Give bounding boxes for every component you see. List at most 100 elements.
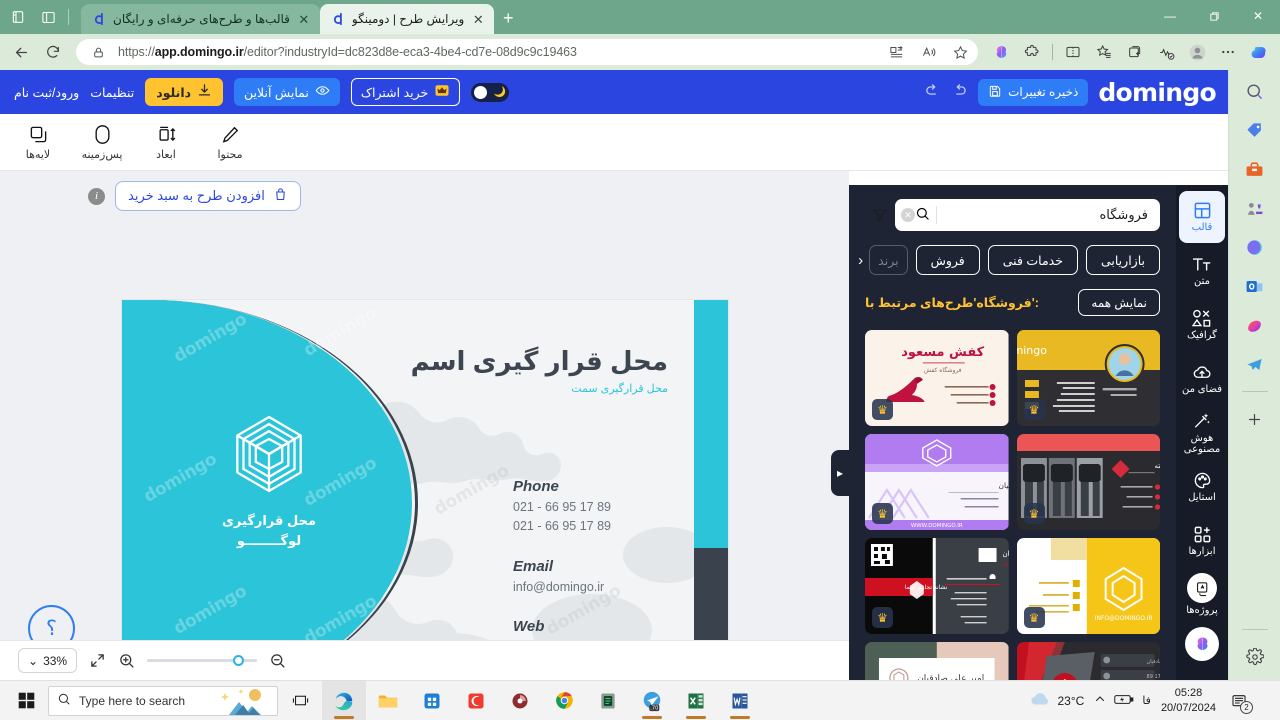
template-thumbnail[interactable]: domingo ♛	[1016, 330, 1160, 426]
more-options-icon[interactable]	[1213, 38, 1243, 66]
download-button[interactable]: دانلود	[145, 78, 224, 106]
taskbar-camtasia-icon[interactable]	[454, 681, 498, 720]
taskbar-edge-icon[interactable]	[322, 680, 366, 720]
search-icon[interactable]	[915, 206, 930, 224]
zoom-out-icon[interactable]	[269, 652, 286, 669]
games-icon[interactable]	[1240, 193, 1270, 223]
chip-brand[interactable]: برند	[869, 245, 908, 275]
undo-icon[interactable]	[951, 82, 968, 102]
template-thumbnail[interactable]: نشانه تجاری شما امیر علی صادقیان مدیر عا…	[865, 538, 1009, 634]
zoom-in-icon[interactable]	[118, 652, 135, 669]
browser-tab-editor[interactable]: ویرایش طرح | دومینگو ✕	[319, 4, 495, 34]
language-indicator[interactable]: فا	[1142, 694, 1151, 707]
taskbar-idm-icon[interactable]: .70	[630, 681, 674, 720]
add-sidebar-app-icon[interactable]	[1240, 404, 1270, 434]
ai-assistant-button[interactable]	[1185, 627, 1219, 661]
zoom-level-select[interactable]: ⌄ 33%	[18, 648, 78, 673]
reload-button[interactable]	[38, 38, 68, 66]
show-desktop-button[interactable]	[1262, 681, 1272, 720]
search-input[interactable]: فروشگاه ✕	[895, 199, 1160, 231]
taskbar-photoscape-icon[interactable]	[498, 681, 542, 720]
sidebar-item-tools[interactable]: ابزارها	[1179, 515, 1225, 567]
fit-screen-icon[interactable]	[89, 652, 106, 669]
theme-toggle[interactable]: 🌙	[471, 82, 510, 102]
new-tab-button[interactable]: +	[494, 4, 522, 32]
search-icon[interactable]	[1240, 76, 1270, 106]
browser-tab-templates[interactable]: قالب‌ها و طرح‌های حرفه‌ای و رایگان ✕	[81, 4, 320, 34]
tray-expand-icon[interactable]	[1094, 693, 1106, 708]
tools-box-icon[interactable]	[1240, 154, 1270, 184]
minimize-button[interactable]: —	[1148, 0, 1192, 32]
business-card-design[interactable]: domingo domingo domingo domingo domingo …	[122, 300, 728, 680]
sidebar-item-template[interactable]: قالب	[1179, 191, 1225, 243]
sidebar-item-projects[interactable]: پروژه‌ها	[1179, 569, 1225, 621]
panel-collapse-handle[interactable]: ▸	[831, 450, 849, 496]
clear-search-icon[interactable]: ✕	[901, 208, 915, 222]
sidebar-item-my-space[interactable]: فضای من	[1179, 353, 1225, 405]
taskbar-search-box[interactable]: Type here to search	[48, 685, 278, 716]
close-button[interactable]: ✕	[1236, 0, 1280, 32]
template-thumbnail[interactable]: INFO@DOMINGO.IR ♛	[1016, 538, 1160, 634]
template-thumbnail[interactable]: تجارت آزاد ایران امیر علی صادقیان 021 - …	[1016, 642, 1160, 680]
taskbar-word-icon[interactable]	[718, 681, 762, 720]
taskbar-microsoft-store-icon[interactable]	[410, 681, 454, 720]
template-thumbnail[interactable]: کفش مسعود فروشگاه کفش ♛	[865, 330, 1009, 426]
tool-content[interactable]: محتوا	[208, 123, 252, 161]
read-aloud-icon[interactable]	[916, 40, 940, 64]
save-changes-button[interactable]: ذخیره تغییرات	[978, 78, 1089, 106]
shopping-tag-icon[interactable]	[1240, 115, 1270, 145]
filter-icon[interactable]	[865, 207, 895, 223]
sidebar-item-graphics[interactable]: گرافیک	[1179, 299, 1225, 351]
task-view-icon[interactable]	[278, 681, 322, 720]
tool-dimensions[interactable]: ابعاد	[144, 123, 188, 161]
browser-essentials-icon[interactable]	[1151, 38, 1181, 66]
tool-background[interactable]: پس‌زمینه	[80, 123, 124, 161]
split-view-icon[interactable]	[1058, 38, 1088, 66]
tool-layers[interactable]: لایه‌ها	[16, 123, 60, 161]
taskbar-notepad-icon[interactable]	[586, 681, 630, 720]
telegram-icon[interactable]	[1240, 349, 1270, 379]
template-thumbnail[interactable]: امیر علی صادقیان مدیر عامل 021 - 66 95 1…	[865, 642, 1009, 680]
address-bar[interactable]: https://app.domingo.ir/editor?industryId…	[76, 39, 978, 65]
extensions-puzzle-icon[interactable]	[1017, 38, 1047, 66]
designer-icon[interactable]	[1240, 310, 1270, 340]
microsoft-365-icon[interactable]	[1240, 232, 1270, 262]
vertical-tabs-icon[interactable]	[34, 3, 62, 31]
template-thumbnail[interactable]: امیر علی صادقیان WWW.DOMINGO.IR ♛	[865, 434, 1009, 530]
info-icon[interactable]: i	[88, 187, 105, 205]
zoom-slider[interactable]	[147, 655, 258, 666]
copilot-brain-icon[interactable]	[986, 38, 1016, 66]
tab-close-icon[interactable]: ✕	[296, 11, 312, 27]
taskbar-chrome-icon[interactable]	[542, 681, 586, 720]
taskbar-clock[interactable]: 05:28 20/07/2024	[1161, 686, 1216, 715]
back-button[interactable]	[6, 38, 36, 66]
copilot-sidebar-icon[interactable]	[1244, 38, 1274, 66]
maximize-button[interactable]	[1192, 0, 1236, 32]
settings-link[interactable]: تنظیمات	[90, 85, 134, 100]
weather-widget[interactable]: 23°C	[1030, 691, 1084, 710]
template-thumbnail[interactable]: بوتیک دوخته ♛	[1016, 434, 1160, 530]
gear-icon[interactable]	[1240, 642, 1270, 672]
taskbar-file-explorer-icon[interactable]	[366, 681, 410, 720]
start-button[interactable]	[4, 681, 48, 720]
collections-add-icon[interactable]	[1120, 38, 1150, 66]
split-screen-icon[interactable]	[884, 40, 908, 64]
redo-icon[interactable]	[924, 82, 941, 102]
tab-close-icon[interactable]: ✕	[470, 11, 486, 27]
chip-technical-services[interactable]: خدمات فنی	[987, 245, 1078, 275]
chip-marketing[interactable]: بازاریابی	[1085, 245, 1160, 275]
zoom-slider-handle[interactable]	[233, 655, 245, 666]
tab-collections-icon[interactable]	[4, 3, 32, 31]
notification-center-button[interactable]: 2	[1226, 686, 1253, 716]
chip-sales[interactable]: فروش	[915, 245, 980, 275]
sidebar-item-style[interactable]: استایل	[1179, 461, 1225, 513]
buy-subscription-button[interactable]: خرید اشتراک	[350, 78, 461, 106]
outlook-icon[interactable]	[1240, 271, 1270, 301]
sidebar-item-ai[interactable]: هوش مصنوعی	[1179, 407, 1225, 459]
sidebar-item-text[interactable]: متن	[1179, 245, 1225, 297]
profile-avatar-icon[interactable]	[1182, 38, 1212, 66]
show-all-button[interactable]: نمایش همه	[1078, 289, 1160, 316]
login-register-link[interactable]: ورود/ثبت نام	[14, 85, 79, 100]
favorites-list-icon[interactable]	[1089, 38, 1119, 66]
online-preview-button[interactable]: نمایش آنلاین	[234, 78, 340, 106]
